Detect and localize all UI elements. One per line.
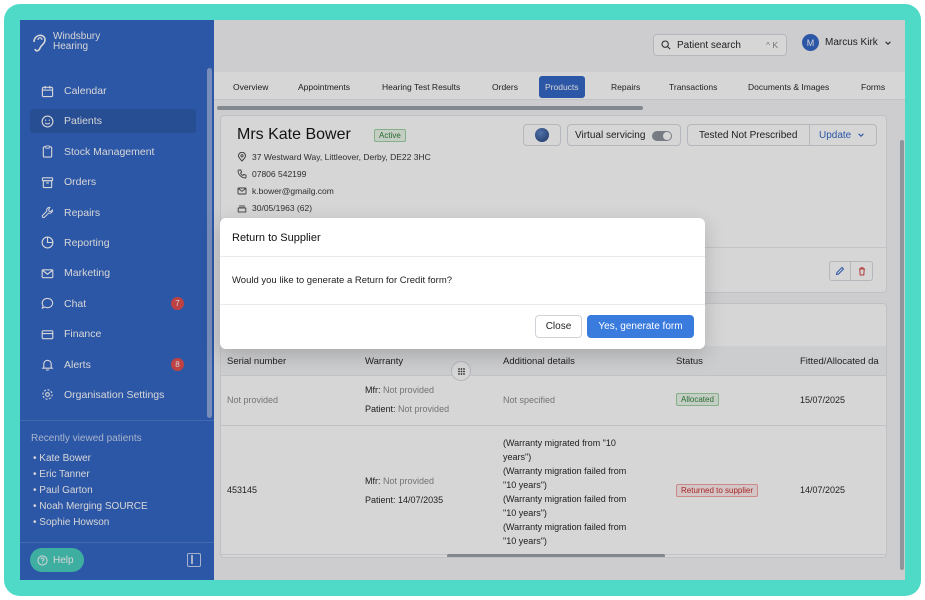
close-button[interactable]: Close (535, 315, 582, 338)
dialog-message: Would you like to generate a Return for … (232, 275, 453, 286)
generate-form-button[interactable]: Yes, generate form (587, 315, 694, 338)
app-window: Windsbury Hearing Calendar Patients Stoc… (20, 20, 905, 580)
return-to-supplier-dialog: Return to Supplier Would you like to gen… (220, 218, 705, 349)
dialog-title: Return to Supplier (232, 232, 321, 244)
